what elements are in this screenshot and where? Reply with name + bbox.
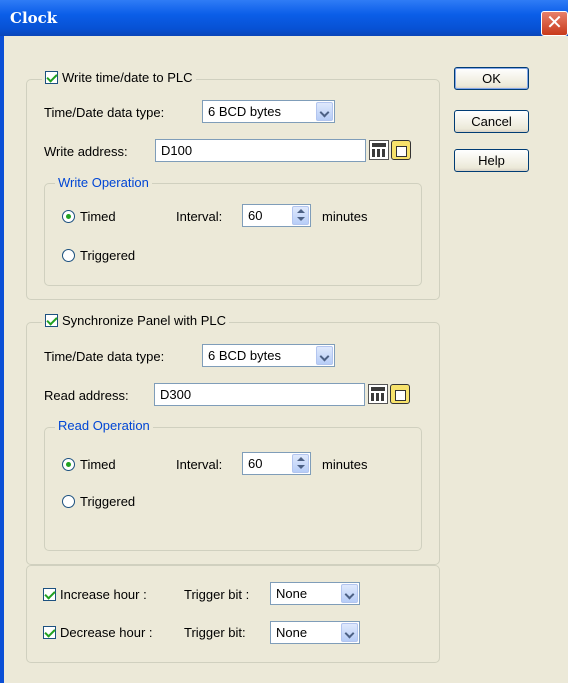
decrease-trigger-label: Trigger bit: [184,625,246,640]
write-interval-unit: minutes [322,209,368,224]
write-triggered-radio[interactable]: Triggered [62,248,135,263]
write-address-value: D100 [161,143,193,158]
read-triggered-radio[interactable]: Triggered [62,494,135,509]
increase-trigger-value: None [276,586,308,601]
radio-selected-icon [62,210,75,223]
decrease-hour-checkbox[interactable]: Decrease hour : [43,625,153,640]
chevron-down-icon[interactable] [316,346,333,365]
write-time-label: Write time/date to PLC [62,70,193,85]
increase-hour-checkbox[interactable]: Increase hour : [43,587,147,602]
increase-trigger-select[interactable]: None [270,582,360,605]
sync-data-type-value: 6 BCD bytes [208,348,281,363]
read-interval-unit: minutes [322,457,368,472]
spinner-arrows-icon[interactable] [292,206,309,225]
tag-browser-icon[interactable] [391,140,411,160]
cancel-button[interactable]: Cancel [454,110,529,133]
read-address-label: Read address: [44,388,129,403]
write-interval-label: Interval: [176,209,223,224]
chevron-down-icon[interactable] [341,623,358,642]
title-bar[interactable]: Clock ✕ [0,0,568,36]
tag-browser-icon[interactable] [390,384,410,404]
increase-trigger-label: Trigger bit : [184,587,250,602]
write-timed-label: Timed [80,209,116,224]
help-button[interactable]: Help [454,149,529,172]
window-title: Clock [10,9,58,27]
dialog-client-area: OK Cancel Help Write time/date to PLC Ti… [4,36,568,683]
decrease-hour-label: Decrease hour : [60,625,153,640]
write-interval-value: 60 [248,208,263,223]
read-address-input[interactable]: D300 [154,383,365,406]
read-timed-label: Timed [80,457,116,472]
sync-data-type-label: Time/Date data type: [44,349,165,364]
calculator-icon[interactable] [368,384,388,404]
increase-hour-label: Increase hour : [60,587,147,602]
write-data-type-label: Time/Date data type: [44,105,165,120]
write-data-type-select[interactable]: 6 BCD bytes [202,100,335,123]
radio-unselected-icon [62,495,75,508]
read-timed-radio[interactable]: Timed [62,457,116,472]
write-address-input[interactable]: D100 [155,139,366,162]
write-triggered-label: Triggered [80,248,136,263]
decrease-trigger-value: None [276,625,308,640]
chevron-down-icon[interactable] [316,102,333,121]
chevron-down-icon[interactable] [341,584,358,603]
write-time-checkbox[interactable]: Write time/date to PLC [42,70,196,85]
increase-check-icon [43,588,56,601]
close-button[interactable]: ✕ [541,11,568,36]
read-operation-legend: Read Operation [55,418,153,433]
read-triggered-label: Triggered [80,494,136,509]
sync-panel-checkbox[interactable]: Synchronize Panel with PLC [42,313,230,328]
write-time-check-icon [45,71,58,84]
hour-adjust-group [26,565,440,663]
radio-unselected-icon [62,249,75,262]
calculator-icon[interactable] [369,140,389,160]
read-interval-value: 60 [248,456,263,471]
write-address-label: Write address: [44,144,128,159]
write-operation-legend: Write Operation [55,175,152,190]
sync-data-type-select[interactable]: 6 BCD bytes [202,344,335,367]
read-address-value: D300 [160,387,192,402]
ok-button[interactable]: OK [454,67,529,90]
decrease-check-icon [43,626,56,639]
clock-dialog: Clock ✕ OK Cancel Help Write time/date t… [0,0,568,683]
close-icon: ✕ [546,10,563,34]
read-interval-label: Interval: [176,457,223,472]
read-interval-stepper[interactable]: 60 [242,452,311,475]
read-operation-group [44,427,422,551]
spinner-arrows-icon[interactable] [292,454,309,473]
sync-panel-label: Synchronize Panel with PLC [62,313,227,328]
write-operation-group [44,183,422,286]
radio-selected-icon [62,458,75,471]
decrease-trigger-select[interactable]: None [270,621,360,644]
write-interval-stepper[interactable]: 60 [242,204,311,227]
sync-check-icon [45,314,58,327]
write-data-type-value: 6 BCD bytes [208,104,281,119]
write-timed-radio[interactable]: Timed [62,209,116,224]
